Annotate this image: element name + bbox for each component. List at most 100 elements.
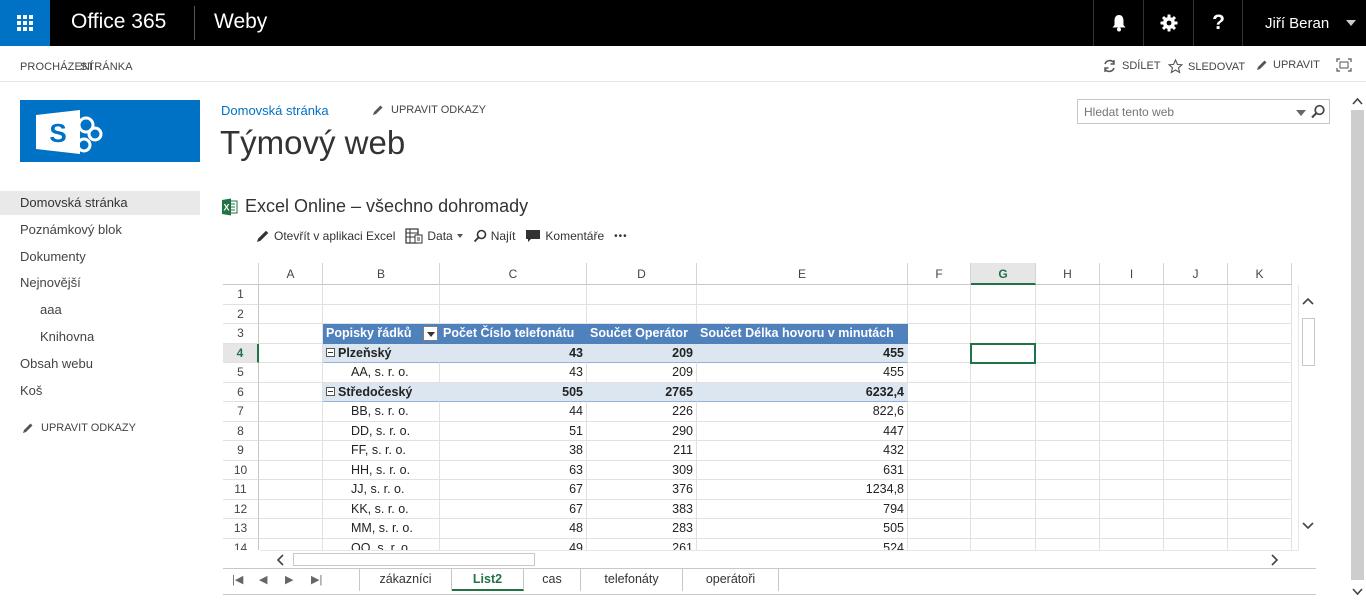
grid-cell[interactable] — [971, 304, 1036, 324]
site-logo[interactable]: S — [20, 100, 200, 162]
row-header-12[interactable]: 12 — [223, 499, 259, 519]
grid-cell[interactable] — [1036, 363, 1100, 383]
previous-sheet-icon[interactable]: ◀ — [259, 573, 267, 586]
pivot-item-cell[interactable]: 822,6 — [697, 402, 908, 422]
grid-cell[interactable] — [1036, 441, 1100, 461]
grid-cell[interactable] — [971, 538, 1036, 550]
column-header-h[interactable]: H — [1036, 263, 1100, 285]
grid-cell[interactable] — [1228, 519, 1292, 539]
grid-cell[interactable] — [908, 499, 971, 519]
settings-button[interactable] — [1143, 0, 1193, 46]
first-sheet-icon[interactable]: |◀ — [232, 573, 243, 586]
row-header-8[interactable]: 8 — [223, 421, 259, 441]
nav-item-home[interactable]: Domovská stránka — [0, 191, 200, 215]
chevron-down-icon[interactable] — [1352, 588, 1363, 596]
column-header-b[interactable]: B — [323, 263, 440, 285]
next-sheet-icon[interactable]: ▶ — [285, 573, 293, 586]
vertical-scrollbar[interactable] — [1298, 285, 1316, 550]
pivot-group-cell[interactable]: 455 — [697, 343, 908, 363]
pivot-item-cell[interactable]: 43 — [440, 363, 587, 383]
pivot-item-cell[interactable]: 447 — [697, 421, 908, 441]
grid-cell[interactable] — [908, 441, 971, 461]
pivot-item-cell[interactable]: 455 — [697, 363, 908, 383]
grid-cell[interactable] — [1100, 441, 1164, 461]
row-header-3[interactable]: 3 — [223, 324, 259, 344]
pivot-item-cell[interactable]: BB, s. r. o. — [323, 402, 440, 422]
grid-cell[interactable] — [971, 421, 1036, 441]
edit-page-button[interactable]: UPRAVIT — [1256, 59, 1320, 71]
pivot-item-cell[interactable]: OO, s. r. o. — [323, 538, 440, 550]
grid-cell[interactable] — [259, 460, 323, 480]
data-menu-button[interactable]: Data — [405, 228, 463, 244]
top-edit-links-button[interactable]: UPRAVIT ODKAZY — [372, 104, 486, 116]
collapse-icon[interactable] — [326, 386, 335, 396]
select-all-corner[interactable] — [223, 263, 259, 285]
grid-cell[interactable] — [259, 304, 323, 324]
pivot-group-cell[interactable]: Plzeňský — [323, 343, 440, 363]
grid-cell[interactable] — [1036, 460, 1100, 480]
pivot-group-cell[interactable]: 505 — [440, 382, 587, 402]
open-in-excel-button[interactable]: Otevřít v aplikaci Excel — [256, 229, 395, 243]
pivot-item-cell[interactable]: 794 — [697, 499, 908, 519]
page-scroll-thumb[interactable] — [1351, 110, 1364, 580]
pivot-header-cell[interactable]: Počet Číslo telefonátu — [440, 324, 587, 344]
grid-cell[interactable] — [908, 363, 971, 383]
grid-cell[interactable] — [1228, 285, 1292, 305]
notifications-button[interactable] — [1093, 0, 1143, 46]
sheet-tab-calls[interactable]: telefonáty — [581, 569, 683, 591]
row-header-14[interactable]: 14 — [223, 538, 259, 550]
nav-item-recycle-bin[interactable]: Koš — [0, 379, 200, 403]
pivot-item-cell[interactable]: 49 — [440, 538, 587, 550]
row-header-7[interactable]: 7 — [223, 402, 259, 422]
grid-cell[interactable] — [1164, 324, 1228, 344]
grid-cell[interactable] — [323, 285, 440, 305]
search-scope-dropdown-icon[interactable] — [1296, 110, 1306, 116]
row-header-1[interactable]: 1 — [223, 285, 259, 305]
grid-cell[interactable] — [1164, 285, 1228, 305]
grid-cell[interactable] — [259, 480, 323, 500]
sheet-tab-list2[interactable]: List2 — [452, 569, 524, 591]
pivot-header-cell[interactable]: Součet Operátor — [587, 324, 697, 344]
grid-cell[interactable] — [259, 343, 323, 363]
grid-cell[interactable] — [1100, 304, 1164, 324]
pivot-header-cell[interactable]: Součet Délka hovoru v minutách — [697, 324, 908, 344]
spreadsheet-grid[interactable]: A B C D E F G H I J K 1 2 3 4 5 6 7 8 9 10 11 12 13 14 Popisky řá… — [223, 263, 1316, 550]
grid-cell[interactable] — [971, 460, 1036, 480]
grid-cell[interactable] — [971, 402, 1036, 422]
grid-cell[interactable] — [1228, 499, 1292, 519]
pivot-item-cell[interactable]: 38 — [440, 441, 587, 461]
grid-cell[interactable] — [259, 538, 323, 550]
pivot-item-cell[interactable]: DD, s. r. o. — [323, 421, 440, 441]
grid-cell[interactable] — [1100, 382, 1164, 402]
grid-cell[interactable] — [1100, 402, 1164, 422]
find-button[interactable]: Najít — [473, 229, 515, 243]
pivot-item-cell[interactable]: 44 — [440, 402, 587, 422]
grid-cell[interactable] — [908, 480, 971, 500]
pivot-item-cell[interactable]: 67 — [440, 480, 587, 500]
grid-cell[interactable] — [1100, 324, 1164, 344]
grid-cell[interactable] — [971, 285, 1036, 305]
pivot-item-cell[interactable]: 51 — [440, 421, 587, 441]
grid-cell[interactable] — [697, 304, 908, 324]
grid-cell[interactable] — [587, 304, 697, 324]
grid-cell[interactable] — [1036, 538, 1100, 550]
grid-cell[interactable] — [1100, 519, 1164, 539]
pivot-item-cell[interactable]: 67 — [440, 499, 587, 519]
app-launcher-button[interactable] — [0, 0, 50, 46]
column-header-f[interactable]: F — [908, 263, 971, 285]
grid-cell[interactable] — [1036, 402, 1100, 422]
horizontal-scrollbar[interactable] — [260, 550, 1298, 568]
grid-cell[interactable] — [259, 324, 323, 344]
pivot-item-cell[interactable]: 209 — [587, 363, 697, 383]
grid-cell[interactable] — [1228, 421, 1292, 441]
horizontal-scroll-thumb[interactable] — [293, 553, 535, 566]
grid-cell[interactable] — [1164, 363, 1228, 383]
pivot-item-cell[interactable]: 63 — [440, 460, 587, 480]
nav-item-aaa[interactable]: aaa — [0, 298, 200, 322]
more-options-button[interactable]: ••• — [614, 231, 628, 242]
grid-cell[interactable] — [1164, 519, 1228, 539]
vertical-scroll-thumb[interactable] — [1302, 318, 1315, 366]
user-menu[interactable]: Jiří Beran — [1242, 0, 1366, 46]
pivot-item-cell[interactable]: 290 — [587, 421, 697, 441]
pivot-item-cell[interactable]: AA, s. r. o. — [323, 363, 440, 383]
